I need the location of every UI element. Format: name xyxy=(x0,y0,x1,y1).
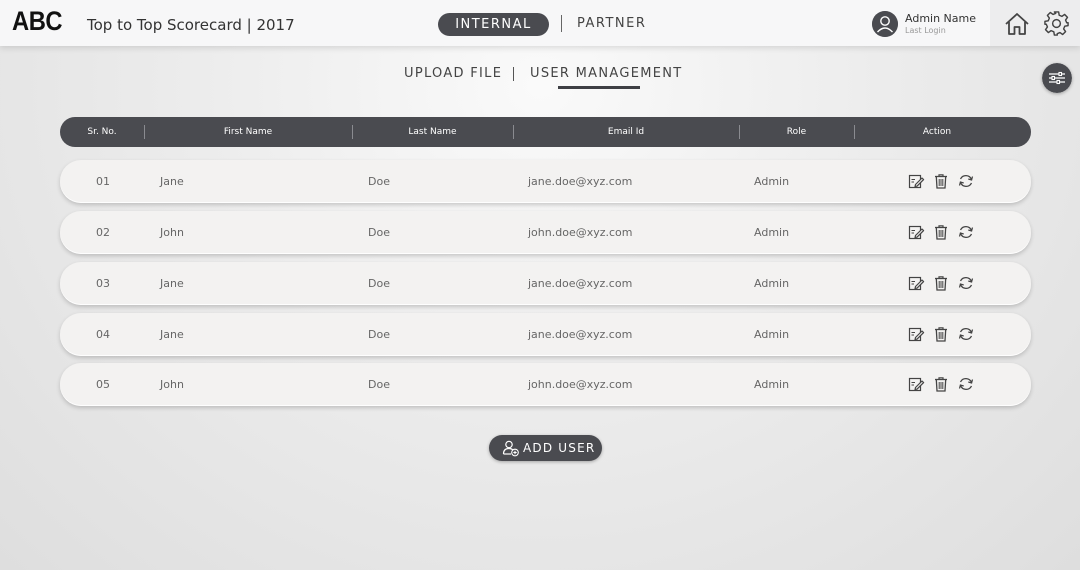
add-user-icon xyxy=(502,440,519,457)
tab-upload-file[interactable]: UPLOAD FILE xyxy=(404,66,502,81)
cell-first-name: John xyxy=(160,226,184,239)
table-row: 05 John Doe john.doe@xyz.com Admin xyxy=(60,363,1031,406)
column-header-first-name: First Name xyxy=(223,127,273,137)
cell-last-name: Doe xyxy=(368,378,390,391)
cell-sr-no: 01 xyxy=(96,175,110,188)
trash-icon[interactable] xyxy=(932,325,950,343)
table-row: 02 John Doe john.doe@xyz.com Admin xyxy=(60,211,1031,254)
trash-icon[interactable] xyxy=(932,375,950,393)
tab-internal[interactable]: INTERNAL xyxy=(438,13,549,36)
tab-partner[interactable]: PARTNER xyxy=(577,16,646,31)
edit-icon[interactable] xyxy=(907,325,925,343)
cell-email: jane.doe@xyz.com xyxy=(528,175,633,188)
cell-role: Admin xyxy=(754,328,790,341)
add-user-button[interactable]: ADD USER xyxy=(489,435,602,461)
refresh-icon[interactable] xyxy=(957,375,975,393)
trash-icon[interactable] xyxy=(932,274,950,292)
cell-sr-no: 02 xyxy=(96,226,110,239)
home-icon[interactable] xyxy=(1003,10,1031,38)
refresh-icon[interactable] xyxy=(957,325,975,343)
column-header-sr-no: Sr. No. xyxy=(87,127,117,137)
edit-icon[interactable] xyxy=(907,274,925,292)
refresh-icon[interactable] xyxy=(957,172,975,190)
cell-first-name: Jane xyxy=(160,328,184,341)
table-row: 04 Jane Doe jane.doe@xyz.com Admin xyxy=(60,313,1031,356)
table-header: Sr. No. First Name Last Name Email Id Ro… xyxy=(60,117,1031,147)
edit-icon[interactable] xyxy=(907,172,925,190)
cell-role: Admin xyxy=(754,175,790,188)
logo: ABC xyxy=(12,6,63,36)
column-header-role: Role xyxy=(786,127,807,137)
refresh-icon[interactable] xyxy=(957,274,975,292)
cell-email: jane.doe@xyz.com xyxy=(528,277,633,290)
cell-last-name: Doe xyxy=(368,277,390,290)
cell-email: jane.doe@xyz.com xyxy=(528,328,633,341)
trash-icon[interactable] xyxy=(932,172,950,190)
table-row: 03 Jane Doe jane.doe@xyz.com Admin xyxy=(60,262,1031,305)
admin-name: Admin Name xyxy=(905,12,977,25)
trash-icon[interactable] xyxy=(932,223,950,241)
cell-last-name: Doe xyxy=(368,226,390,239)
tab-user-management[interactable]: USER MANAGEMENT xyxy=(530,66,683,81)
cell-email: john.doe@xyz.com xyxy=(528,226,633,239)
app-title: Top to Top Scorecard | 2017 xyxy=(87,16,295,34)
cell-role: Admin xyxy=(754,378,790,391)
add-user-label: ADD USER xyxy=(523,441,596,455)
edit-icon[interactable] xyxy=(907,375,925,393)
gear-icon[interactable] xyxy=(1043,10,1070,37)
cell-role: Admin xyxy=(754,226,790,239)
cell-email: john.doe@xyz.com xyxy=(528,378,633,391)
column-header-email: Email Id xyxy=(607,127,645,137)
toggle-divider xyxy=(561,15,562,32)
last-login: Last Login xyxy=(905,26,946,35)
cell-last-name: Doe xyxy=(368,328,390,341)
filter-settings-button[interactable] xyxy=(1042,63,1072,93)
cell-last-name: Doe xyxy=(368,175,390,188)
refresh-icon[interactable] xyxy=(957,223,975,241)
column-header-action: Action xyxy=(922,127,952,137)
edit-icon[interactable] xyxy=(907,223,925,241)
cell-sr-no: 03 xyxy=(96,277,110,290)
cell-first-name: John xyxy=(160,378,184,391)
cell-first-name: Jane xyxy=(160,175,184,188)
cell-first-name: Jane xyxy=(160,277,184,290)
avatar[interactable] xyxy=(872,11,898,37)
top-header: ABC Top to Top Scorecard | 2017 INTERNAL… xyxy=(0,0,1080,46)
cell-sr-no: 05 xyxy=(96,378,110,391)
table-row: 01 Jane Doe jane.doe@xyz.com Admin xyxy=(60,160,1031,203)
subnav-divider xyxy=(513,67,514,81)
cell-sr-no: 04 xyxy=(96,328,110,341)
active-tab-indicator xyxy=(558,86,640,89)
column-header-last-name: Last Name xyxy=(408,127,457,137)
cell-role: Admin xyxy=(754,277,790,290)
